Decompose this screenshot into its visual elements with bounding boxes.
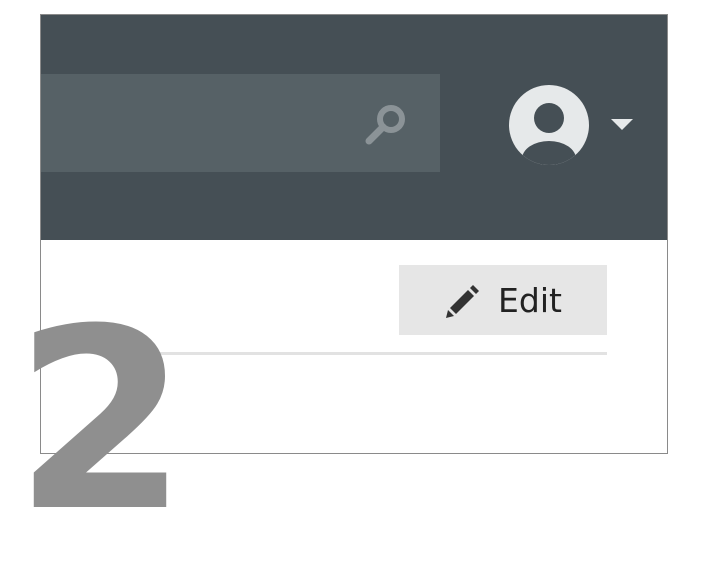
- top-navigation-bar: [41, 15, 667, 240]
- edit-button-label: Edit: [498, 280, 562, 320]
- edit-button[interactable]: Edit: [399, 265, 607, 335]
- step-number-callout: 2: [14, 275, 188, 566]
- search-icon[interactable]: [363, 101, 409, 147]
- caret-down-icon[interactable]: [611, 119, 633, 130]
- pencil-icon: [446, 285, 480, 318]
- content-divider: [121, 352, 607, 355]
- user-menu-button[interactable]: [505, 85, 635, 165]
- user-avatar-icon[interactable]: [509, 85, 589, 165]
